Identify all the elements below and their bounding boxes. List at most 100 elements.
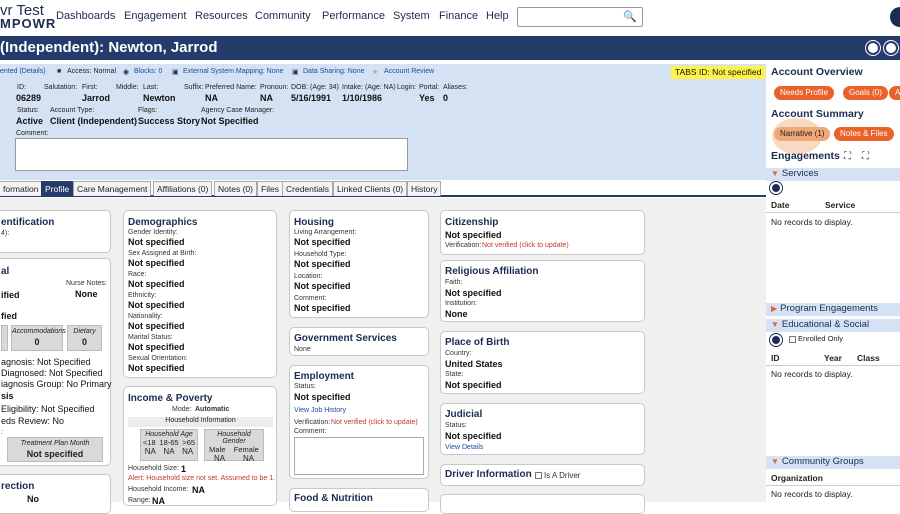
identification-title: entification (1, 217, 55, 228)
checkbox-icon[interactable] (535, 472, 542, 480)
dietary-value: 0 (81, 337, 87, 347)
last-value: Newton (143, 93, 176, 103)
data-sharing-link[interactable]: Data Sharing: None (303, 68, 364, 75)
collapse-icon[interactable]: ⛶ (862, 151, 869, 162)
age-lt18-value: NA (144, 447, 156, 456)
comment-textarea[interactable] (15, 138, 408, 171)
account-review-link[interactable]: Account Review (384, 68, 434, 75)
is-driver-checkbox[interactable]: Is A Driver (535, 471, 580, 480)
tab-profile[interactable]: Profile (41, 181, 74, 196)
nav-system[interactable]: System (393, 10, 430, 22)
power-icon[interactable] (890, 7, 900, 27)
community-organization-column[interactable]: Organization (771, 473, 823, 483)
sharing-icon: ▣ (292, 69, 299, 76)
program-engagements-section[interactable]: ▶ Program Engagements (766, 303, 900, 316)
judicial-view-details-link[interactable]: View Details (445, 444, 483, 451)
services-label: Services (781, 168, 819, 179)
tab-linked-clients[interactable]: Linked Clients (0) (333, 181, 408, 196)
goals-button[interactable]: Goals (0) (843, 86, 888, 100)
employment-verification-link[interactable]: Not verified (click to update) (331, 419, 418, 426)
services-service-column[interactable]: Service (825, 200, 855, 210)
demographics-title: Demographics (128, 217, 198, 228)
driver-information-title: Driver Information (445, 469, 532, 480)
external-mapping-link[interactable]: External System Mapping: None (183, 68, 283, 75)
household-size-value: 1 (181, 464, 187, 474)
community-empty: No records to display. (771, 489, 853, 499)
household-gender-head: Household Gender (217, 431, 251, 445)
case-manager-label: Agency Case Manager: (201, 107, 275, 114)
program-engagements-label: Program Engagements (780, 303, 878, 314)
login-label: Login: (397, 84, 417, 91)
tab-care-management[interactable]: Care Management (73, 181, 152, 196)
print-icon[interactable] (866, 41, 880, 55)
salutation-label: Salutation: (44, 84, 78, 91)
account-overview-title: Account Overview (771, 66, 863, 78)
aliases-value: 0 (443, 93, 449, 103)
age-lt18-label: <18 (142, 438, 156, 447)
employment-card: Employment Status: Not specified View Jo… (289, 365, 429, 479)
educational-social-section[interactable]: ▼ Educational & Social (766, 319, 900, 332)
tab-history[interactable]: History (407, 181, 442, 196)
housing-field-label: Comment: (294, 295, 327, 302)
add-education-icon[interactable] (770, 334, 782, 346)
judicial-status-value: Not specified (445, 431, 502, 441)
close-icon[interactable] (884, 41, 898, 55)
flags-value: Success Story (138, 116, 201, 126)
tab-credentials[interactable]: Credentials (282, 181, 333, 196)
blocks-link[interactable]: Blocks: 0 (134, 68, 162, 75)
add-service-icon[interactable] (770, 182, 782, 194)
citizenship-verification-link[interactable]: Not verified (click to update) (482, 242, 569, 249)
nav-help[interactable]: Help (486, 10, 509, 22)
search-icon[interactable]: 🔍 (623, 10, 637, 23)
enrolled-only-checkbox[interactable]: Enrolled Only (789, 334, 843, 343)
checkbox-icon[interactable] (789, 335, 796, 343)
view-job-history-link[interactable]: View Job History (294, 407, 346, 414)
tab-notes[interactable]: Notes (0) (214, 181, 257, 196)
community-groups-section[interactable]: ▼ Community Groups (766, 456, 900, 469)
employment-comment-textarea[interactable] (294, 437, 424, 475)
expand-icon[interactable]: ⛶ (844, 151, 851, 162)
employment-comment-label: Comment: (294, 428, 327, 435)
gender-female-value: NA (242, 454, 255, 463)
judicial-status-label: Status: (445, 422, 467, 429)
household-income-value: NA (192, 485, 205, 495)
demographics-field-label: Nationality: (128, 313, 163, 320)
age-18-65-label: 18-65 (159, 438, 179, 447)
nav-resources[interactable]: Resources (195, 10, 248, 22)
tab-affiliations[interactable]: Affiliations (0) (153, 181, 213, 196)
status-details-link[interactable]: ented (Details) (0, 68, 46, 75)
education-year-column[interactable]: Year (824, 353, 842, 363)
tab-files[interactable]: Files (257, 181, 283, 196)
services-section[interactable]: ▼ Services (766, 168, 900, 181)
narrative-button[interactable]: Narrative (1) (774, 127, 831, 141)
app-logo-line2: MPOWR (0, 16, 57, 31)
food-nutrition-title: Food & Nutrition (294, 493, 373, 504)
food-nutrition-card: Food & Nutrition (289, 488, 429, 512)
nav-community[interactable]: Community (255, 10, 311, 22)
overview-extra-button[interactable]: A (889, 86, 900, 100)
pronoun-label: Pronoun: (260, 84, 289, 91)
client-header: (Independent): Newton, Jarrod (0, 36, 900, 60)
housing-field-value: Not specified (294, 259, 351, 269)
enrolled-only-label: Enrolled Only (798, 334, 844, 343)
aliases-label: Aliases: (443, 84, 468, 91)
search-input[interactable]: 🔍 (517, 7, 643, 27)
tab-information[interactable]: formation (0, 181, 43, 196)
employment-status-value: Not specified (294, 392, 351, 402)
education-class-column[interactable]: Class (857, 353, 880, 363)
nav-finance[interactable]: Finance (439, 10, 478, 22)
nav-engagement[interactable]: Engagement (124, 10, 186, 22)
needs-profile-button[interactable]: Needs Profile (774, 86, 835, 100)
citizenship-verification-label: Verification: (445, 242, 482, 249)
education-id-column[interactable]: ID (771, 353, 780, 363)
employment-verification-label: Verification: (294, 419, 331, 426)
lock-icon: ■ (57, 68, 62, 75)
notes-files-button[interactable]: Notes & Files (834, 127, 894, 141)
age-18-65-value: NA (163, 447, 175, 456)
nav-performance[interactable]: Performance (322, 10, 385, 22)
country-value: United States (445, 359, 503, 369)
services-date-column[interactable]: Date (771, 200, 789, 210)
pronoun-value: NA (260, 93, 273, 103)
institution-label: Institution: (445, 300, 477, 307)
nav-dashboards[interactable]: Dashboards (56, 10, 115, 22)
